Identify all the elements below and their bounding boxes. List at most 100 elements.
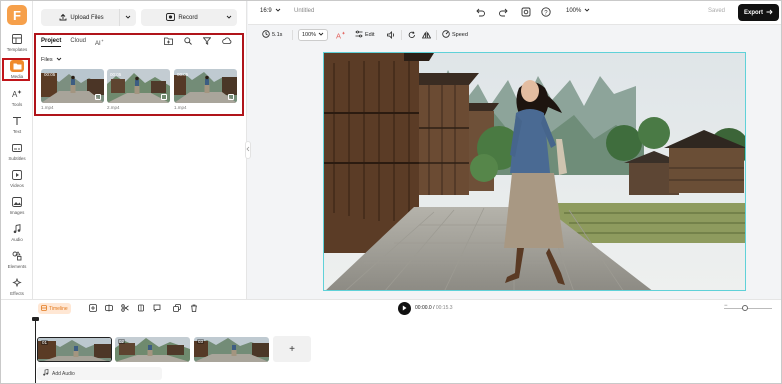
trash-icon[interactable] [189,303,198,313]
add-audio-label: Add Audio [52,370,75,377]
export-label: Export [743,9,763,16]
edit-button[interactable]: Edit [355,29,374,41]
media-highlight-box [2,58,30,81]
svg-text:A: A [12,90,18,99]
chevron-down-icon [318,32,324,38]
duplicate-icon[interactable] [172,303,181,313]
snapshot-icon[interactable] [521,7,531,17]
canvas-zoom-value: 100% [302,32,317,38]
redo-icon[interactable] [498,7,508,17]
tab-ai[interactable]: AI✦ [95,38,104,47]
media-thumbnail[interactable]: 00:05 [41,69,104,103]
media-thumbnail[interactable]: 00:05 [107,69,170,103]
clip-duration[interactable]: 5.1s [262,29,282,41]
aspect-ratio-dropdown[interactable]: 16:9 [260,8,281,14]
rail-item-templates[interactable]: Templates [1,33,33,57]
playback-time: 00:00.0 / 00:15.3 [415,305,453,311]
select-checkbox[interactable] [161,94,167,100]
app-window: F Templates Media A Tools Text Subtitles… [0,0,782,384]
media-panel: Upload Files Record Project Cloud AI✦ Fi… [33,1,247,299]
play-icon [402,305,407,313]
play-button[interactable] [398,302,411,315]
rail-label: Text [12,129,22,134]
chevron-left-icon [246,146,250,154]
canvas-zoom-dropdown[interactable]: 100% [298,29,329,41]
scissors-icon[interactable] [120,303,129,313]
audio-icon [11,223,23,235]
project-zoom-value: 100% [566,8,582,14]
add-audio-button[interactable]: Add Audio [37,367,162,380]
sliders-icon [355,30,363,40]
add-icon[interactable] [88,303,97,313]
top-bar: 16:9 Untitled ? 100% Saved Export [248,1,781,25]
toolbar-divider [436,30,437,40]
add-clip-button[interactable]: + [273,336,311,362]
media-tools [164,37,232,47]
images-icon [11,196,23,208]
speed-label: Speed [452,32,468,38]
upload-options-dropdown[interactable] [119,9,136,26]
tab-cloud[interactable]: Cloud [70,38,86,47]
timeline-zoom-slider[interactable] [724,308,772,309]
clock-icon [262,30,270,40]
rail-item-text[interactable]: Text [1,115,33,139]
timeline-clip[interactable]: 03 [194,337,269,362]
rail-label: Tools [11,102,23,107]
timeline-clip[interactable]: 01 [37,337,112,362]
speed-button[interactable]: Speed [442,29,468,41]
clip-number: 01 [41,340,49,345]
record-options-dropdown[interactable] [220,9,237,26]
select-checkbox[interactable] [228,94,234,100]
clip-duration-value: 5.1s [272,32,283,38]
video-canvas[interactable] [323,52,746,291]
toolbar-divider [292,30,293,40]
timeline-panel: Timeline 00:00.0 / 00:15.3 − 01 02 03 + … [1,299,781,383]
rail-item-videos[interactable]: Videos [1,169,33,193]
video-frame-image [324,53,745,290]
svg-text:A: A [336,31,341,40]
chevron-down-icon [125,14,131,21]
ai-magic-icon[interactable]: A [336,29,346,41]
timeline-toggle-button[interactable]: Timeline [38,303,71,314]
rail-item-subtitles[interactable]: Subtitles [1,142,33,166]
cloud-icon[interactable] [222,37,232,47]
rail-item-tools[interactable]: A Tools [1,88,33,112]
files-label: Files [41,57,53,63]
comment-icon[interactable] [152,303,161,313]
rail-item-audio[interactable]: Audio [1,223,33,247]
media-thumbnail[interactable]: 00:05 [174,69,237,103]
tab-project[interactable]: Project [41,38,62,47]
chevron-down-icon [56,57,62,63]
undo-icon[interactable] [476,7,486,17]
rail-item-images[interactable]: Images [1,196,33,220]
filter-icon[interactable] [202,37,212,47]
new-folder-icon[interactable] [164,37,173,47]
rail-item-elements[interactable]: Elements [1,250,33,274]
select-checkbox[interactable] [95,94,101,100]
clip-number: 02 [118,339,126,344]
help-icon[interactable]: ? [541,7,551,17]
timeline-zoom-knob[interactable] [742,305,748,311]
export-button[interactable]: Export [738,4,779,21]
project-title[interactable]: Untitled [294,8,314,14]
files-section-header[interactable]: Files [41,57,62,63]
playhead[interactable] [35,317,36,383]
upload-files-label: Upload Files [70,14,104,21]
project-zoom-dropdown[interactable]: 100% [566,8,590,14]
search-icon[interactable] [184,37,192,47]
chevron-down-icon [226,14,232,21]
volume-icon[interactable] [387,29,396,41]
rail-item-effects[interactable]: Effects [1,277,33,301]
subtitles-icon [11,142,23,154]
rotate-icon[interactable] [408,29,416,41]
thumbnail-duration: 00:05 [44,72,56,77]
split-icon[interactable] [104,303,113,313]
timeline-clip[interactable]: 02 [115,337,190,362]
sparkle-icon: ✦ [100,38,105,43]
crop-icon[interactable] [136,303,145,313]
panel-collapse-handle[interactable] [245,141,251,159]
clip-thumbnail-image [115,337,190,362]
current-time: 00:00.0 [415,305,432,311]
flip-icon[interactable] [422,29,431,41]
edit-label: Edit [365,32,375,38]
